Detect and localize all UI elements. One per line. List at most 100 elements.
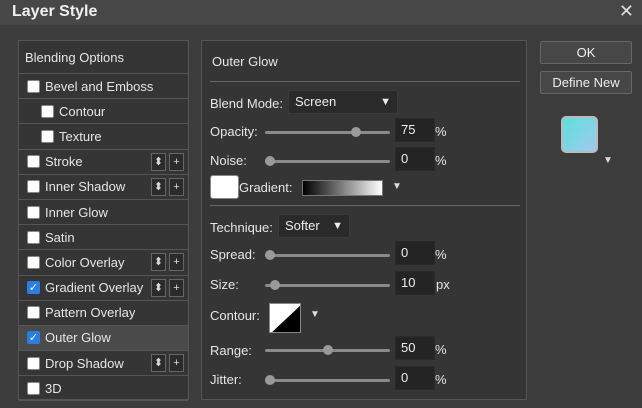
style-checkbox[interactable] xyxy=(27,79,40,93)
range-slider-thumb[interactable] xyxy=(322,345,333,355)
style-checkbox[interactable] xyxy=(27,155,40,169)
style-item-label: Stroke xyxy=(45,154,83,170)
contour-dropdown-icon[interactable]: ▼ xyxy=(310,309,320,320)
add-icon[interactable]: + xyxy=(169,152,184,171)
technique-value: Softer xyxy=(285,218,320,233)
style-item-label: Inner Shadow xyxy=(45,179,126,195)
gradient-dropdown-icon[interactable]: ▼ xyxy=(392,181,402,192)
style-item-label: Pattern Overlay xyxy=(45,305,136,321)
range-input[interactable]: 50 xyxy=(395,336,435,360)
style-item-label: Color Overlay xyxy=(45,254,125,270)
opacity-input[interactable]: 75 xyxy=(395,118,435,142)
style-item-inner-glow[interactable]: Inner Glow xyxy=(19,200,188,226)
noise-input[interactable]: 0 xyxy=(395,147,435,171)
style-item-label: Texture xyxy=(59,128,102,144)
divider xyxy=(210,81,520,82)
style-item-contour[interactable]: Contour xyxy=(19,99,188,125)
size-slider[interactable] xyxy=(265,280,390,290)
range-label: Range: xyxy=(210,343,252,358)
reorder-icon[interactable]: ⬍ xyxy=(151,177,166,196)
style-item-inner-shadow[interactable]: Inner Shadow ⬍ + xyxy=(19,175,188,200)
noise-label: Noise: xyxy=(210,153,247,168)
blend-mode-label: Blend Mode: xyxy=(210,96,283,111)
style-item-color-overlay[interactable]: Color Overlay ⬍ + xyxy=(19,250,188,276)
style-checkbox[interactable] xyxy=(27,255,40,269)
reorder-icon[interactable]: ⬍ xyxy=(151,278,166,297)
style-list: Bevel and Emboss Contour Texture Stroke ⬍ + In… xyxy=(19,74,188,402)
preview-dropdown-icon[interactable]: ▼ xyxy=(603,155,613,166)
define-new-button[interactable]: Define New xyxy=(540,71,632,94)
spread-slider[interactable] xyxy=(265,250,390,260)
opacity-label: Opacity: xyxy=(210,124,258,139)
divider xyxy=(210,205,520,206)
style-checkbox[interactable] xyxy=(27,205,40,219)
add-icon[interactable]: + xyxy=(169,177,184,196)
add-icon[interactable]: + xyxy=(169,354,184,373)
style-item-label: Satin xyxy=(45,229,75,245)
style-checkbox[interactable] xyxy=(27,356,40,370)
gradient-picker[interactable] xyxy=(302,180,383,196)
contour-preview[interactable] xyxy=(269,303,301,333)
color-swatch[interactable] xyxy=(210,175,239,199)
ok-button[interactable]: OK xyxy=(540,41,632,64)
spread-label: Spread: xyxy=(210,247,256,262)
reorder-icon[interactable]: ⬍ xyxy=(151,152,166,171)
style-item-actions: ⬍ + xyxy=(151,253,184,272)
add-icon[interactable]: + xyxy=(169,253,184,272)
style-item-drop-shadow[interactable]: Drop Shadow ⬍ + xyxy=(19,351,188,377)
jitter-input[interactable]: 0 xyxy=(395,366,435,390)
reorder-icon[interactable]: ⬍ xyxy=(151,354,166,373)
spread-slider-thumb[interactable] xyxy=(265,250,275,260)
jitter-slider-thumb[interactable] xyxy=(265,375,275,385)
add-icon[interactable]: + xyxy=(169,278,184,297)
opacity-slider-thumb[interactable] xyxy=(351,127,362,137)
style-item-gradient-overlay[interactable]: ✓ Gradient Overlay ⬍ + xyxy=(19,276,188,301)
style-item-label: Drop Shadow xyxy=(45,355,124,371)
style-item-outer-glow[interactable]: ✓ Outer Glow xyxy=(19,325,188,352)
blending-options-item[interactable]: Blending Options xyxy=(19,41,188,74)
style-item-3d[interactable]: 3D xyxy=(19,376,188,402)
jitter-unit: % xyxy=(435,372,447,387)
outer-glow-panel: Outer Glow Blend Mode: Screen ▼ Opacity:… xyxy=(201,40,527,400)
style-item-pattern-overlay[interactable]: Pattern Overlay xyxy=(19,301,188,326)
style-item-texture[interactable]: Texture xyxy=(19,124,188,150)
contour-label: Contour: xyxy=(210,308,260,323)
style-item-bevel-and-emboss[interactable]: Bevel and Emboss xyxy=(19,74,188,100)
technique-label: Technique: xyxy=(210,220,273,235)
style-checkbox[interactable]: ✓ xyxy=(27,331,40,345)
style-item-label: Bevel and Emboss xyxy=(45,78,154,94)
reorder-icon[interactable]: ⬍ xyxy=(151,253,166,272)
jitter-slider[interactable] xyxy=(265,375,390,385)
style-checkbox[interactable] xyxy=(27,306,40,320)
style-checkbox[interactable] xyxy=(27,230,40,244)
style-checkbox[interactable] xyxy=(41,129,54,143)
style-item-actions: ⬍ + xyxy=(151,177,184,196)
style-checkbox[interactable] xyxy=(27,381,40,395)
style-item-satin[interactable]: Satin xyxy=(19,225,188,251)
style-item-actions: ⬍ + xyxy=(151,278,184,297)
noise-slider[interactable] xyxy=(265,156,390,166)
size-input[interactable]: 10 xyxy=(395,271,435,295)
style-item-actions: ⬍ + xyxy=(151,354,184,373)
chevron-down-icon: ▼ xyxy=(332,220,343,232)
range-slider[interactable] xyxy=(265,345,390,355)
spread-unit: % xyxy=(435,247,447,262)
style-checkbox[interactable] xyxy=(27,180,40,194)
blend-mode-value: Screen xyxy=(295,94,337,109)
size-slider-thumb[interactable] xyxy=(269,280,280,290)
style-item-label: Inner Glow xyxy=(45,204,108,220)
close-icon[interactable]: ✕ xyxy=(619,1,634,22)
blend-mode-select[interactable]: Screen ▼ xyxy=(288,90,398,114)
style-list-panel: Blending Options Bevel and Emboss Contour… xyxy=(18,40,189,402)
technique-select[interactable]: Softer ▼ xyxy=(278,214,350,238)
chevron-down-icon: ▼ xyxy=(380,96,391,108)
style-item-label: Gradient Overlay xyxy=(45,280,144,296)
jitter-label: Jitter: xyxy=(210,372,242,387)
spread-input[interactable]: 0 xyxy=(395,241,435,265)
opacity-slider[interactable] xyxy=(265,127,390,137)
style-item-stroke[interactable]: Stroke ⬍ + xyxy=(19,150,188,175)
noise-slider-thumb[interactable] xyxy=(265,156,275,166)
section-title: Outer Glow xyxy=(212,54,278,69)
style-checkbox[interactable] xyxy=(41,104,54,118)
style-checkbox[interactable]: ✓ xyxy=(27,281,40,295)
